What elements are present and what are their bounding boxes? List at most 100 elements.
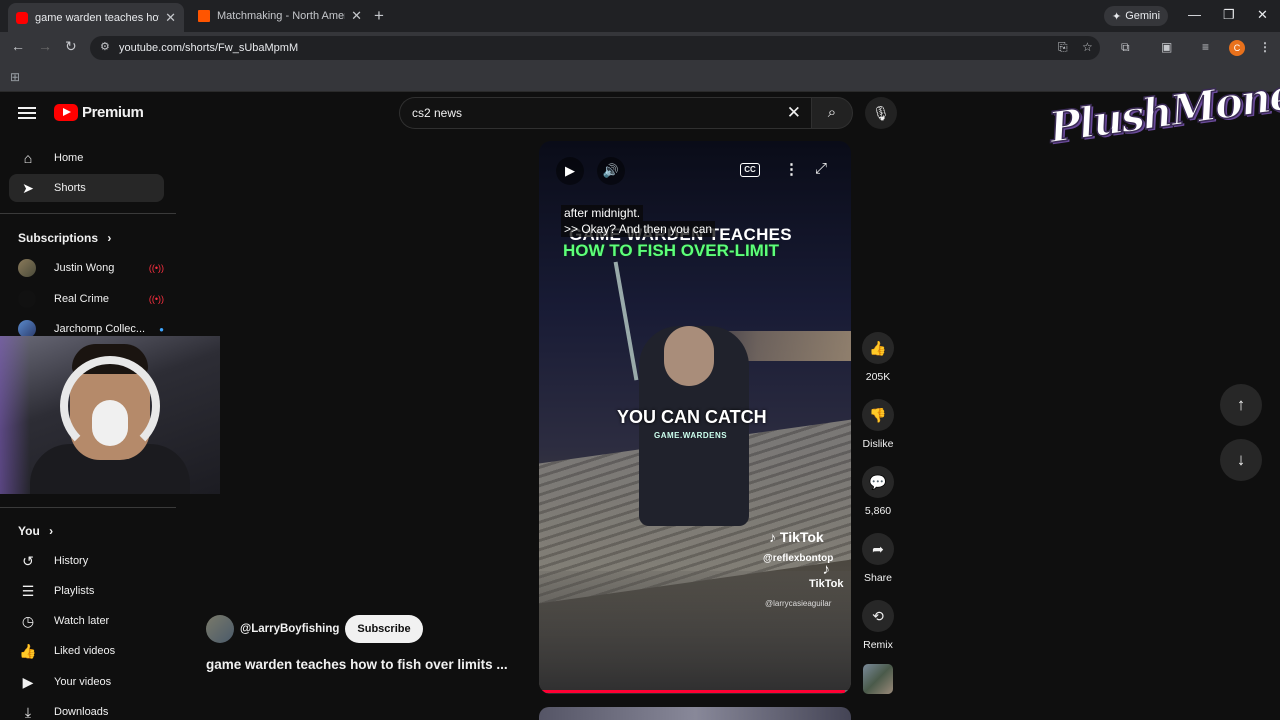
tiktok-watermark-secondary: ♪ TikTok (809, 562, 844, 591)
chevron-right-icon: › (49, 524, 54, 538)
bookmarks-bar: ⊞ (0, 63, 1280, 92)
address-bar[interactable]: ⚙ youtube.com/shorts/Fw_sUbaMpmM ⎘ ☆ (90, 36, 1100, 60)
tab-title: Matchmaking - North America 5V (217, 9, 345, 22)
restore-icon[interactable]: ❐ (1223, 7, 1235, 23)
channel-avatar[interactable] (206, 615, 234, 643)
like-action[interactable]: 👍 205K (860, 332, 896, 383)
tiktok-note-icon: ♪ (769, 529, 776, 545)
minimize-icon[interactable]: — (1188, 7, 1201, 22)
close-window-icon[interactable]: ✕ (1257, 7, 1268, 23)
share-action[interactable]: ➦ Share (860, 533, 896, 584)
sound-thumbnail[interactable] (863, 664, 893, 694)
subscriptions-label: Subscriptions (18, 231, 99, 245)
voice-search-button[interactable]: 🎙 (865, 97, 897, 129)
search-input[interactable]: cs2 news (412, 106, 462, 120)
watch-later-icon: ◷ (21, 612, 35, 629)
bookmark-star-icon[interactable]: ☆ (1082, 40, 1093, 54)
progress-bar[interactable] (539, 690, 851, 693)
reload-icon[interactable]: ↻ (65, 38, 77, 55)
sidebar-item-label: Home (54, 152, 84, 164)
sidebar-divider (0, 507, 176, 508)
sidebar-item-label: History (54, 555, 89, 567)
play-button[interactable]: ▶ (556, 157, 584, 185)
like-button[interactable]: 👍 (862, 332, 894, 364)
thumbs-down-icon: 👎 (869, 407, 887, 423)
close-tab-icon[interactable]: ✕ (351, 8, 362, 24)
comment-icon: 💬 (869, 474, 887, 490)
new-content-dot-icon: ● (159, 324, 164, 334)
tab-search-icon[interactable]: ▣ (1161, 40, 1172, 54)
sidebar-item-shorts[interactable]: ➤ Shorts (9, 174, 164, 202)
new-tab-icon[interactable]: + (374, 6, 384, 26)
menu-dots-icon[interactable]: ⋮ (1259, 40, 1271, 54)
youtube-logo[interactable]: Premium (54, 104, 144, 121)
menu-icon[interactable] (18, 104, 36, 122)
channel-name: Justin Wong (54, 262, 115, 274)
sidebar-item-your-videos[interactable]: ▶ Your videos (9, 668, 164, 696)
back-icon[interactable]: ← (11, 38, 25, 54)
sidebar-item-label: Your videos (54, 676, 112, 688)
profile-avatar[interactable]: C (1229, 40, 1245, 56)
gemini-label: Gemini (1125, 10, 1161, 22)
next-short-preview[interactable] (539, 707, 851, 720)
sidebar-item-label: Watch later (54, 615, 110, 627)
tiktok-watermark: ♪ TikTok (769, 529, 824, 545)
subscription-item[interactable]: Justin Wong ((•)) (18, 256, 164, 280)
sidebar-item-label: Downloads (54, 706, 109, 718)
sidebar-item-watch-later[interactable]: ◷ Watch later (9, 607, 164, 635)
comments-action[interactable]: 💬 5,860 (860, 466, 896, 517)
comments-button[interactable]: 💬 (862, 466, 894, 498)
apps-grid-icon[interactable]: ⊞ (10, 70, 20, 84)
media-controls-icon[interactable]: ≡ (1202, 40, 1209, 54)
chevron-right-icon: › (107, 231, 112, 245)
sidebar-divider (0, 213, 176, 214)
sidebar-item-home[interactable]: ⌂ Home (9, 144, 164, 172)
more-options-icon[interactable]: ⋮ (784, 160, 799, 178)
video-overlay-text: YOU CAN CATCH (617, 407, 767, 427)
share-button[interactable]: ➦ (862, 533, 894, 565)
search-button[interactable]: ⌕ (811, 97, 853, 129)
close-tab-icon[interactable]: ✕ (165, 10, 176, 26)
sidebar-item-downloads[interactable]: ⤓ Downloads (9, 698, 164, 720)
next-short-button[interactable]: ↓ (1220, 439, 1262, 481)
liked-icon: 👍 (19, 642, 37, 659)
logo-text: Premium (82, 104, 144, 121)
subscribe-button[interactable]: Subscribe (345, 615, 423, 643)
sparkle-icon: ✦ (1112, 10, 1122, 23)
shorts-video-player[interactable]: ▶ 🔊 CC ⋮ ⤢ GAME WARDEN TEACHES HOW TO FI… (539, 141, 851, 694)
channel-name[interactable]: @LarryBoyfishing (240, 623, 339, 635)
site-info-icon[interactable]: ⚙ (100, 40, 110, 53)
sidebar-item-liked-videos[interactable]: 👍 Liked videos (9, 637, 164, 665)
search-box[interactable]: cs2 news ✕ (399, 97, 811, 129)
remix-action[interactable]: ⟲ Remix (860, 600, 896, 651)
sidebar-item-playlists[interactable]: ☰ Playlists (9, 577, 164, 605)
you-heading[interactable]: You › (18, 524, 53, 538)
tab-youtube[interactable]: game warden teaches how to fish ✕ (8, 3, 184, 32)
extensions-icon[interactable]: ⧉ (1121, 40, 1130, 55)
dislike-action[interactable]: 👎 Dislike (860, 399, 896, 450)
thumbs-up-icon: 👍 (869, 340, 887, 356)
subscription-item[interactable]: Real Crime ((•)) (18, 287, 164, 311)
install-app-icon[interactable]: ⎘ (1058, 40, 1068, 55)
sidebar-item-history[interactable]: ↺ History (9, 547, 164, 575)
dislike-label: Dislike (862, 438, 894, 450)
forward-icon[interactable]: → (38, 38, 52, 54)
clear-search-icon[interactable]: ✕ (787, 103, 801, 123)
subscriptions-heading[interactable]: Subscriptions › (18, 231, 111, 245)
fullscreen-icon[interactable]: ⤢ (815, 160, 827, 177)
volume-button[interactable]: 🔊 (597, 157, 625, 185)
video-title[interactable]: game warden teaches how to fish over lim… (206, 657, 508, 672)
tab-matchmaking[interactable]: Matchmaking - North America 5V ✕ (190, 3, 370, 28)
tiktok-handle-secondary: @larrycasieaguilar (765, 599, 832, 608)
remix-button[interactable]: ⟲ (862, 600, 894, 632)
live-icon: ((•)) (148, 294, 164, 304)
previous-short-button[interactable]: ↑ (1220, 384, 1262, 426)
gemini-button[interactable]: ✦ Gemini (1104, 6, 1169, 26)
captions-button[interactable]: CC (740, 163, 760, 177)
play-icon: ▶ (565, 163, 575, 178)
share-icon: ➦ (872, 541, 884, 557)
microphone-icon: 🎙 (872, 105, 890, 121)
dislike-button[interactable]: 👎 (862, 399, 894, 431)
tiktok-label: TikTok (809, 578, 844, 590)
channel-row: @LarryBoyfishing Subscribe (206, 615, 423, 643)
